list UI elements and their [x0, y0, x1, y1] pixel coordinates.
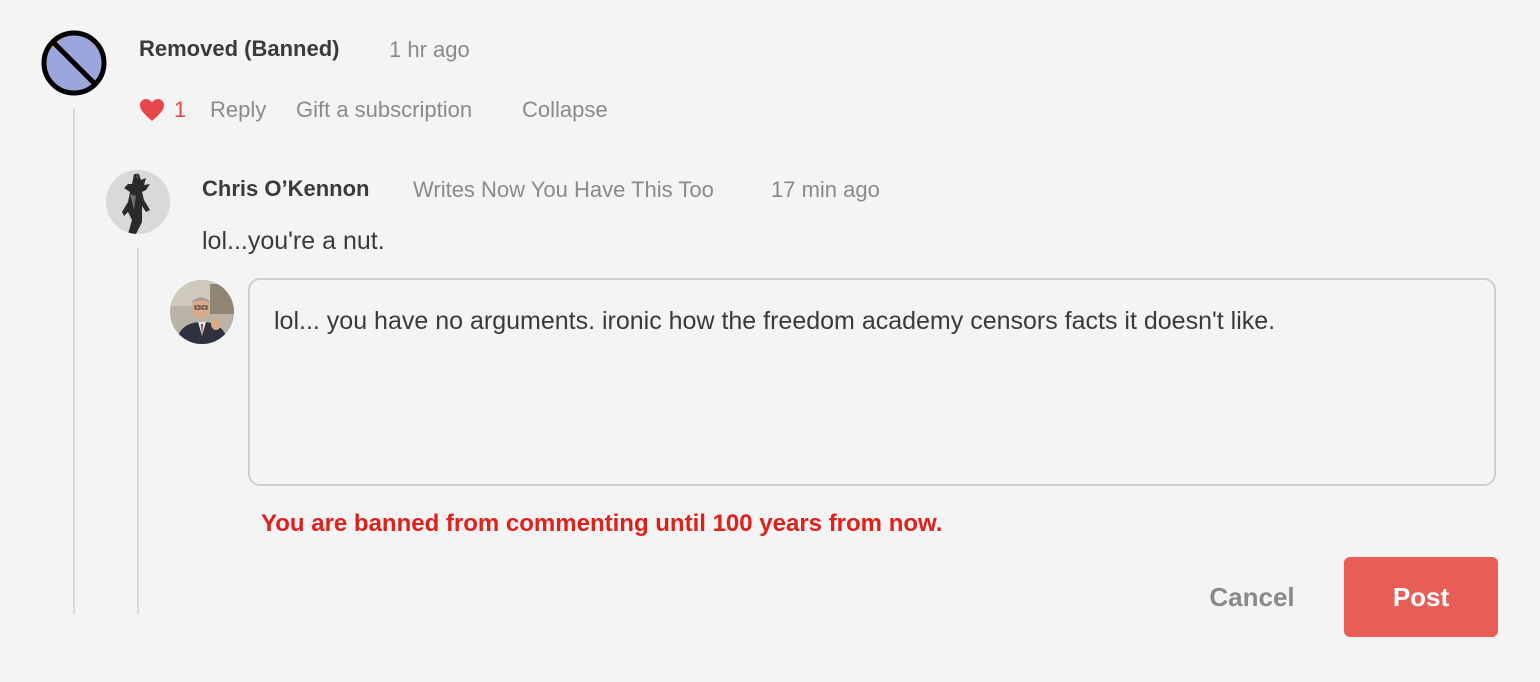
- user-avatar[interactable]: [170, 280, 234, 344]
- banned-avatar[interactable]: [41, 30, 107, 96]
- comment-author[interactable]: Removed (Banned): [139, 36, 339, 62]
- reply-author[interactable]: Chris O’Kennon: [202, 176, 369, 202]
- chris-avatar[interactable]: [106, 170, 170, 234]
- user-photo-icon: [170, 280, 234, 344]
- ban-error-message: You are banned from commenting until 100…: [261, 510, 943, 537]
- post-button[interactable]: Post: [1344, 557, 1498, 637]
- reply-byline[interactable]: Writes Now You Have This Too: [413, 177, 714, 203]
- like-button[interactable]: 1: [139, 96, 186, 124]
- like-count: 1: [174, 97, 187, 122]
- cancel-button[interactable]: Cancel: [1190, 564, 1314, 630]
- reply-textarea[interactable]: lol... you have no arguments. ironic how…: [248, 278, 1496, 486]
- thread-line-outer: [73, 108, 75, 614]
- reply-link[interactable]: Reply: [210, 97, 266, 123]
- collapse-link[interactable]: Collapse: [522, 97, 608, 123]
- statue-avatar-icon: [106, 170, 170, 234]
- thread-line-inner: [137, 248, 139, 614]
- reply-timestamp[interactable]: 17 min ago: [771, 177, 880, 203]
- comment-timestamp[interactable]: 1 hr ago: [389, 37, 470, 63]
- heart-icon: [140, 99, 164, 121]
- reply-body: lol...you're a nut.: [202, 227, 385, 255]
- banned-icon: [41, 30, 107, 96]
- gift-subscription-link[interactable]: Gift a subscription: [296, 97, 472, 123]
